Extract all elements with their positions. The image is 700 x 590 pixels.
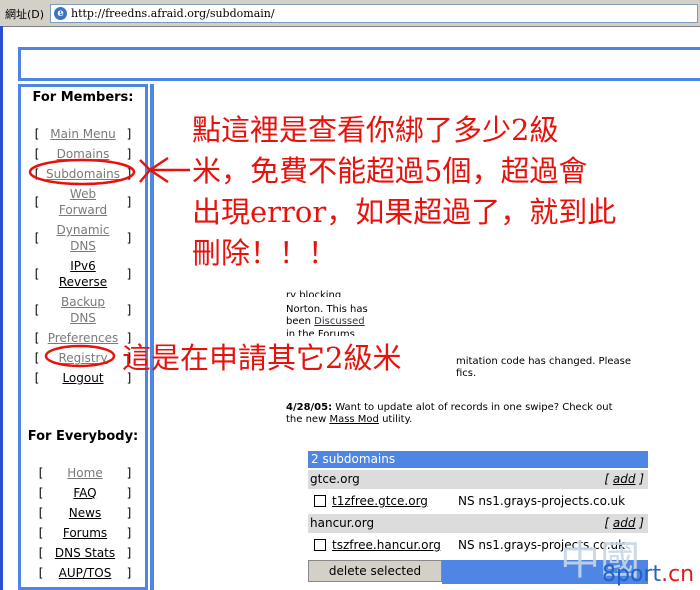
sidebar-item-logout[interactable]: [Logout] [33,370,133,386]
members-heading: For Members: [32,90,134,105]
address-bar: 網址(D) e http://freedns.afraid.org/subdom… [0,0,700,27]
sidebar-item-news[interactable]: [News] [37,505,133,521]
url-text[interactable]: http://freedns.afraid.org/subdomain/ [71,7,275,20]
everybody-heading: For Everybody: [27,429,139,444]
sidebar-item-home[interactable]: [Home] [37,465,133,481]
fragment-line-5: mitation code has changed. Please [456,356,632,367]
fragment-line-3: been Discussed [286,316,365,327]
fragment-line-4: in the Forums [286,329,355,336]
sidebar-item-backup-dns[interactable]: [] Backup DNS [33,294,133,326]
fragment-line-1: ry blocking [286,290,342,297]
sidebar-item-dns-stats[interactable]: [DNS Stats] [37,545,133,561]
sidebar-item-faq[interactable]: [FAQ] [37,485,133,501]
table-row: t1zfree.gtce.org NS ns1.grays-projects.c… [308,490,648,512]
subdomain-link[interactable]: tszfree.hancur.org [332,534,441,556]
url-field[interactable]: e http://freedns.afraid.org/subdomain/ [50,4,698,23]
ie-page-icon: e [54,7,67,20]
news-date: 4/28/05: [286,402,333,413]
page-left-edge [0,26,3,590]
add-subdomain-link[interactable]: [ add ] [604,470,644,489]
subdomain-link[interactable]: t1zfree.gtce.org [332,490,428,512]
registry-annotation: 這是在申請其它2級米 [122,341,402,375]
sidebar-item-domains[interactable]: [Domains] [33,146,133,162]
sidebar-item-registry[interactable]: [Registry] [33,350,133,366]
sidebar: For Members: [Main Menu] [Domains] [Subd… [18,84,148,590]
annotation-line-4: 刪除！！！ [192,236,338,270]
sidebar-item-aup-tos[interactable]: [AUP/TOS] [37,565,133,581]
delete-selected-button[interactable]: delete selected [308,560,442,582]
sidebar-item-preferences[interactable]: [Preferences] [33,330,133,346]
select-checkbox[interactable] [314,495,326,507]
sidebar-item-forums[interactable]: [Forums] [37,525,133,541]
subdomains-count-header: 2 subdomains [308,451,648,468]
fragment-line-2: Norton. This has [286,304,368,315]
discussed-link[interactable]: Discussed [314,316,364,327]
domain-name: hancur.org [310,516,375,530]
column-divider [150,84,154,590]
domain-group-header: gtce.org [ add ] [308,470,648,489]
annotation-line-1: 點這裡是查看你綁了多少2級 [192,113,559,147]
address-label: 網址(D) [5,8,45,21]
sidebar-item-ipv6-reverse[interactable]: [] IPv6 Reverse [33,258,133,290]
annotation-line-3: 出現error，如果超過了，就到此 [192,195,617,229]
sidebar-item-web-forward[interactable]: [] Web Forward [33,186,133,218]
sidebar-item-main-menu[interactable]: [Main Menu] [33,126,133,142]
select-checkbox[interactable] [314,539,326,551]
domain-name: gtce.org [310,472,360,486]
site-banner [18,47,700,81]
sidebar-item-subdomains[interactable]: [Subdomains] [33,166,133,182]
sidebar-item-dynamic-dns[interactable]: [] Dynamic DNS [33,222,133,254]
fragment-line-6: fics. [456,368,477,379]
annotation-line-2: 米，免費不能超過5個，超過會 [192,154,588,188]
mass-mod-link[interactable]: Mass Mod [329,414,378,425]
news-item: 4/28/05: Want to update alot of records … [286,402,613,425]
ns-record: NS ns1.grays-projects.co.uk [458,494,626,508]
watermark-text: 8port.cn [602,562,695,587]
